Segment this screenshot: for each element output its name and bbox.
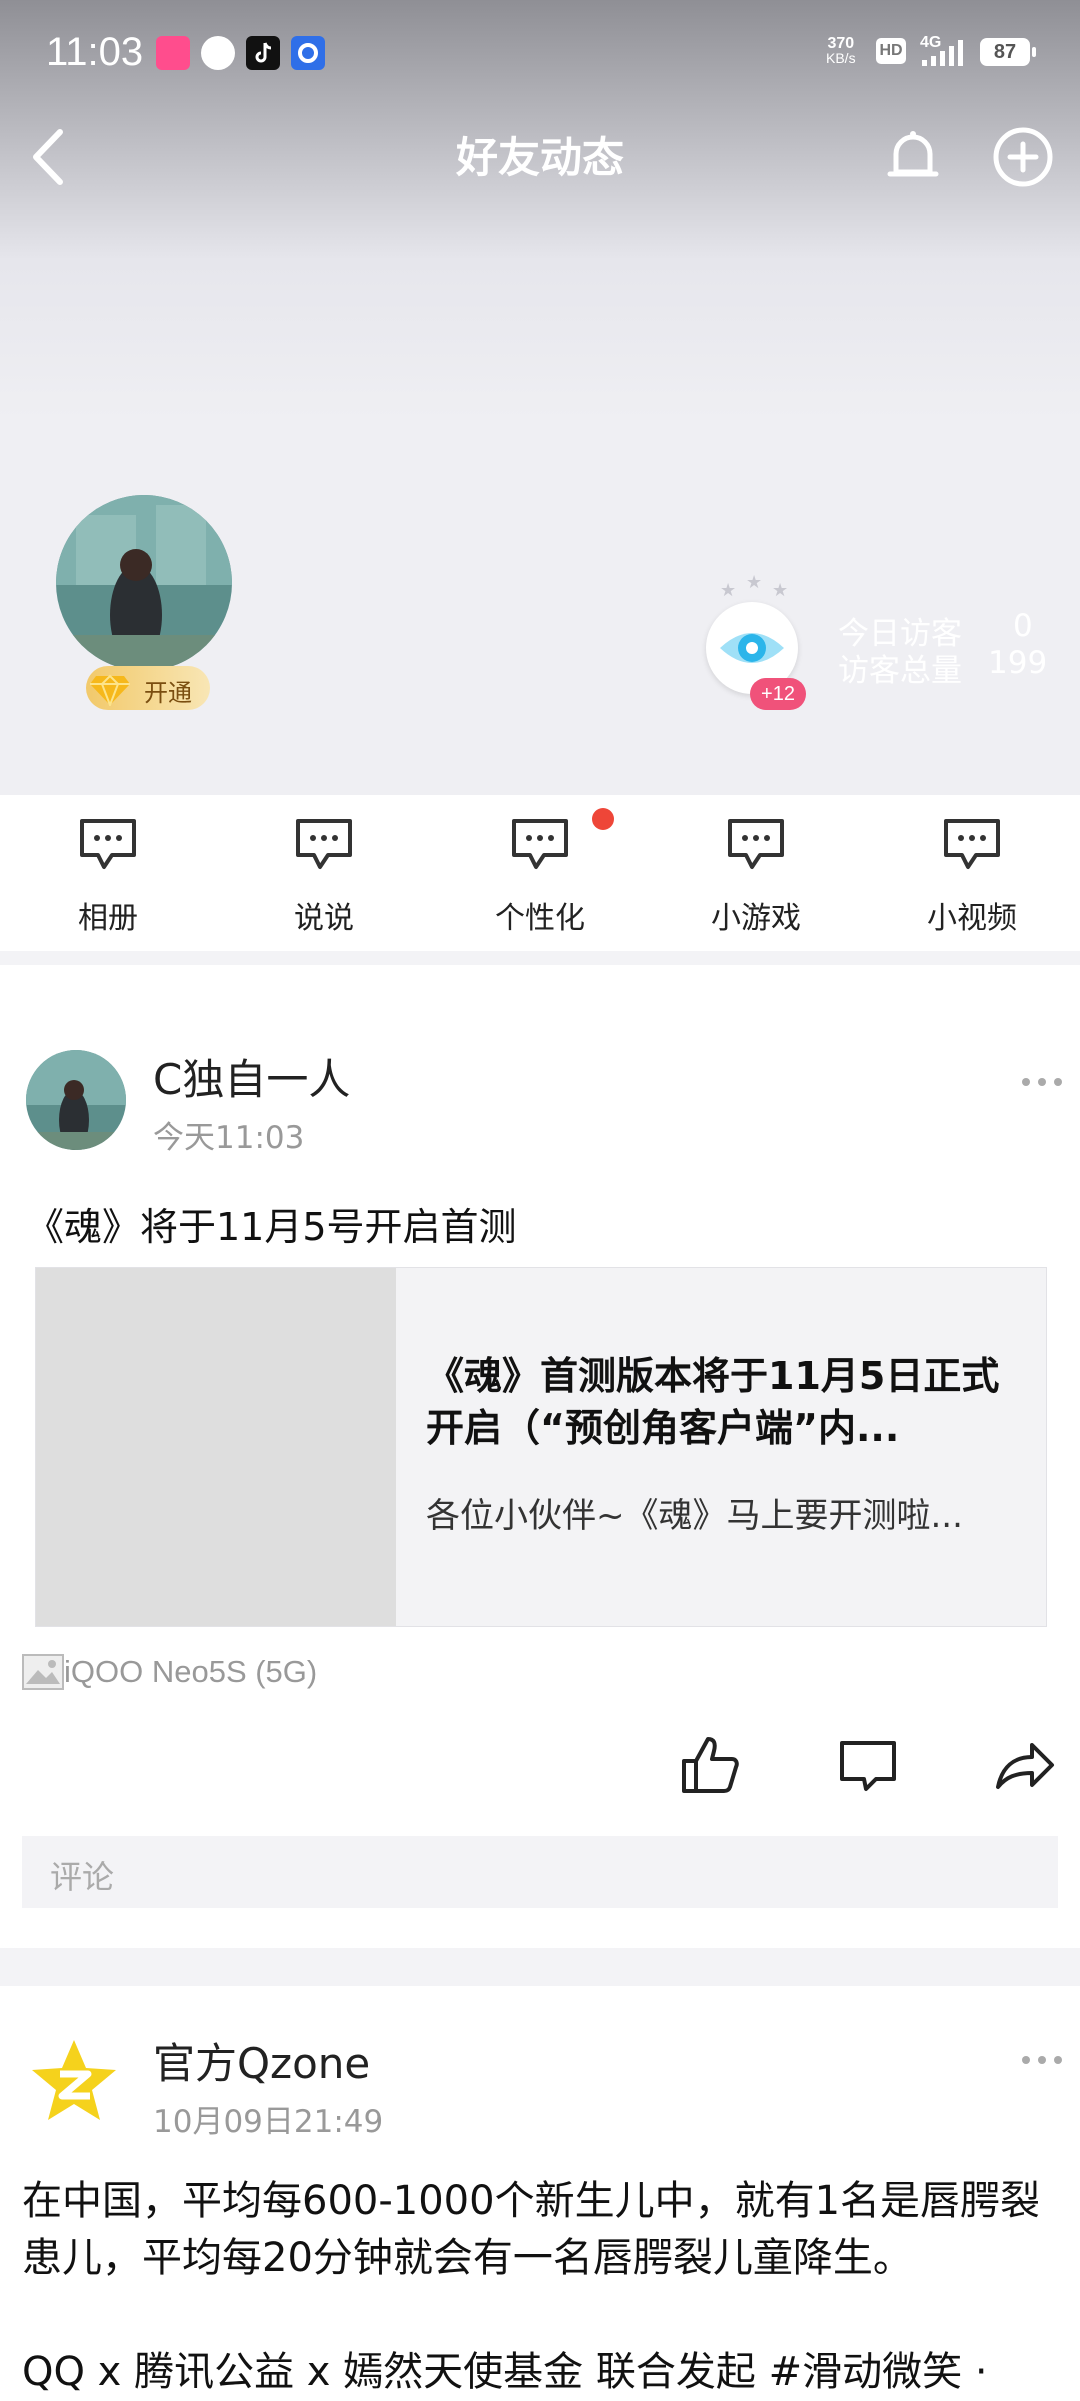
post-author-name[interactable]: 官方Qzone: [153, 2030, 370, 2091]
comment-icon: [840, 1741, 896, 1791]
total-visitors-label: 访客总量: [838, 653, 962, 689]
speedometer-icon: [201, 36, 235, 70]
comment-placeholder: 评论: [50, 1858, 115, 1896]
post-content-line: QQ x 腾讯公益 x 嫣然天使基金 联合发起 #滑动微笑 ·: [22, 2349, 988, 2395]
post-timestamp: 10月09日21:49: [153, 2104, 384, 2140]
comment-input[interactable]: 评论: [22, 1836, 1058, 1908]
svg-text:★: ★: [772, 580, 788, 601]
comment-button[interactable]: [836, 1733, 900, 1797]
post-author-avatar[interactable]: [26, 1050, 126, 1150]
network-speed: 370 KB/s: [826, 36, 856, 66]
shortcut-label: 小视频: [927, 901, 1017, 936]
shortcut-personalize[interactable]: 个性化: [432, 815, 648, 936]
more-dots-icon: [1022, 2056, 1062, 2064]
shortcut-bar: 相册 说说 个性化 小游戏 小视频: [0, 795, 1080, 951]
more-dots-icon: [1022, 1078, 1062, 1086]
battery-icon: 87: [980, 38, 1036, 66]
chat-bubble-icon: [728, 819, 784, 869]
vip-open-badge[interactable]: 开通: [86, 666, 210, 710]
more-options-button[interactable]: [1020, 1072, 1064, 1092]
shortcut-album[interactable]: 相册: [0, 815, 216, 936]
diamond-icon: [90, 674, 130, 706]
tiktok-icon: [246, 36, 280, 70]
like-button[interactable]: [678, 1733, 742, 1797]
more-options-button[interactable]: [1020, 2050, 1064, 2070]
share-thumbnail: [36, 1268, 396, 1626]
status-bar: 11:03 370 KB/s HD 4G 87: [0, 0, 1080, 110]
svg-text:★: ★: [720, 580, 736, 601]
chat-bubble-icon: [80, 819, 136, 869]
svg-text:★: ★: [746, 572, 762, 593]
shortcut-mini-games[interactable]: 小游戏: [648, 815, 864, 936]
section-separator: [0, 951, 1080, 965]
add-post-button[interactable]: [990, 124, 1056, 190]
total-visitors: 访客总量 199: [838, 645, 1047, 690]
app-notification-icon: [156, 36, 190, 70]
shortcut-label: 个性化: [495, 901, 585, 936]
post-timestamp: 今天11:03: [153, 1120, 305, 1156]
chat-bubble-icon: [512, 819, 568, 869]
notifications-button[interactable]: [878, 122, 948, 192]
qzone-logo-icon[interactable]: [28, 2036, 120, 2126]
signal-icon: 4G: [920, 34, 970, 68]
broken-image-icon: [22, 1654, 64, 1690]
network-speed-unit: KB/s: [826, 50, 856, 66]
share-button[interactable]: [992, 1733, 1056, 1797]
thumbs-up-icon: [682, 1737, 739, 1793]
device-name: iQOO Neo5S (5G): [64, 1654, 318, 1689]
today-visitors-value: 0: [1013, 608, 1033, 644]
section-separator: [0, 1948, 1080, 1986]
plus-circle-icon: [993, 127, 1053, 187]
profile-avatar[interactable]: [56, 495, 232, 671]
sparkle-stars-icon: ★ ★ ★: [720, 572, 788, 601]
post-content: 《魂》将于11月5号开启首测: [26, 1205, 517, 1249]
share-title: 《魂》首测版本将于11月5日正式开启（“预创角客户端”内...: [426, 1354, 1000, 1450]
bell-icon: [887, 131, 939, 177]
shortcut-label: 小游戏: [711, 901, 801, 936]
visitors-button[interactable]: ★ ★ ★ +12: [700, 572, 810, 712]
share-arrow-icon: [996, 1743, 1054, 1789]
shortcut-shuoshuo[interactable]: 说说: [216, 815, 432, 936]
chat-bubble-icon: [296, 819, 352, 869]
vip-label: 开通: [144, 679, 192, 707]
new-indicator-dot: [592, 808, 614, 830]
share-description: 各位小伙伴~《魂》马上要开测啦...: [426, 1496, 963, 1536]
hd-icon: HD: [876, 38, 906, 64]
total-visitors-value: 199: [988, 645, 1048, 681]
shared-link-card[interactable]: 《魂》首测版本将于11月5日正式开启（“预创角客户端”内... 各位小伙伴~《魂…: [35, 1267, 1047, 1627]
status-time: 11:03: [46, 30, 144, 74]
visitor-count-badge: +12: [750, 678, 806, 710]
browser-icon: [291, 36, 325, 70]
shortcut-label: 说说: [294, 901, 354, 936]
post-author-name[interactable]: C独自一人: [153, 1046, 350, 1107]
network-speed-value: 370: [827, 35, 855, 52]
navigation-bar: 好友动态: [0, 110, 1080, 200]
chat-bubble-icon: [944, 819, 1000, 869]
shortcut-label: 相册: [78, 901, 138, 936]
post-content: 在中国，平均每600-1000个新生儿中，就有1名是唇腭裂患儿，平均每20分钟就…: [22, 2178, 1041, 2281]
shortcut-mini-videos[interactable]: 小视频: [864, 815, 1080, 936]
